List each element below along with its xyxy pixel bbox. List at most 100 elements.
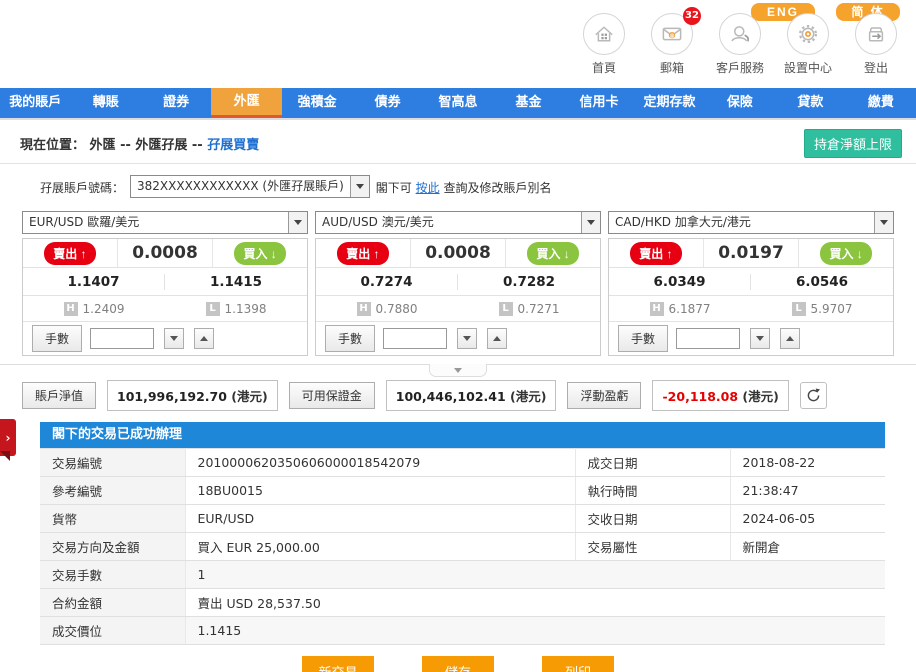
lots-input[interactable] xyxy=(90,328,154,349)
nav-item[interactable]: 債券 xyxy=(352,88,422,118)
bid-price: 1.1407 xyxy=(23,274,165,290)
lots-increment-button[interactable] xyxy=(194,328,214,349)
panel-divider xyxy=(0,364,916,378)
nav-item[interactable]: 貸款 xyxy=(775,88,845,118)
position-limit-button[interactable]: 持倉淨額上限 xyxy=(804,129,902,158)
mail-button[interactable]: @32郵箱 xyxy=(646,13,698,76)
row-label: 成交價位 xyxy=(40,617,185,645)
high-badge: H xyxy=(650,302,664,316)
high-price: 0.7880 xyxy=(376,302,418,316)
low-badge: L xyxy=(206,302,220,316)
floating-pnl-value: -20,118.08 (港元) xyxy=(652,380,788,411)
nav-item[interactable]: 保險 xyxy=(705,88,775,118)
row-value: 買入 EUR 25,000.00 xyxy=(185,533,575,561)
high-price: 1.2409 xyxy=(83,302,125,316)
lots-input[interactable] xyxy=(383,328,447,349)
sell-button[interactable]: 賣出 ↑ xyxy=(44,242,95,265)
pair-select[interactable]: CAD/HKD 加拿大元/港元 xyxy=(608,211,894,234)
bid-price: 6.0349 xyxy=(609,274,751,290)
lots-increment-button[interactable] xyxy=(780,328,800,349)
quote-panel: AUD/USD 澳元/美元賣出 ↑0.0008買入 ↓0.72740.7282H… xyxy=(315,211,601,356)
lots-increment-button[interactable] xyxy=(487,328,507,349)
row-value-2: 2024-06-05 xyxy=(730,505,885,533)
sell-button[interactable]: 賣出 ↑ xyxy=(337,242,388,265)
quote-panel: EUR/USD 歐羅/美元賣出 ↑0.0008買入 ↓1.14071.1415H… xyxy=(22,211,308,356)
nav-item[interactable]: 證券 xyxy=(141,88,211,118)
collapse-panel-tab[interactable] xyxy=(429,364,487,377)
breadcrumb-current: 孖展買賣 xyxy=(207,138,259,153)
row-value: 賣出 USD 28,537.50 xyxy=(185,589,885,617)
lots-decrement-button[interactable] xyxy=(164,328,184,349)
settings-icon xyxy=(787,13,829,55)
account-select-value: 382XXXXXXXXXXXX (外匯孖展賬戶) xyxy=(131,176,350,197)
quote-panels: EUR/USD 歐羅/美元賣出 ↑0.0008買入 ↓1.14071.1415H… xyxy=(22,211,894,356)
lots-button[interactable]: 手數 xyxy=(618,325,668,352)
table-row: 交易編號2010000620350606000018542079成交日期2018… xyxy=(40,449,885,477)
row-value: 18BU0015 xyxy=(185,477,575,505)
lots-button[interactable]: 手數 xyxy=(325,325,375,352)
save-button[interactable]: 儲存 xyxy=(422,656,494,672)
table-row: 交易手數1 xyxy=(40,561,885,589)
buy-button[interactable]: 買入 ↓ xyxy=(820,242,871,265)
row-label-2: 交易屬性 xyxy=(575,533,730,561)
nav-item[interactable]: 繳費 xyxy=(846,88,916,118)
row-label: 合約金額 xyxy=(40,589,185,617)
nav-item[interactable]: 定期存款 xyxy=(634,88,704,118)
buy-button[interactable]: 買入 ↓ xyxy=(527,242,578,265)
lots-decrement-button[interactable] xyxy=(457,328,477,349)
net-value-currency: (港元) xyxy=(231,389,267,404)
lots-decrement-button[interactable] xyxy=(750,328,770,349)
row-value: 1.1415 xyxy=(185,617,885,645)
nav-item-active[interactable]: 外匯 xyxy=(211,88,281,118)
high-badge: H xyxy=(357,302,371,316)
account-selector-row: 孖展賬戶號碼： 382XXXXXXXXXXXX (外匯孖展賬戶) 閣下可 按此 … xyxy=(0,164,916,206)
sell-button[interactable]: 賣出 ↑ xyxy=(630,242,681,265)
service-button[interactable]: 客戶服務 xyxy=(714,13,766,76)
ask-price: 1.1415 xyxy=(165,274,307,290)
alias-edit-link[interactable]: 按此 xyxy=(416,181,440,195)
trade-result-section: › 閣下的交易已成功辦理 交易編號20100006203506060000185… xyxy=(40,422,885,645)
buy-button[interactable]: 買入 ↓ xyxy=(234,242,285,265)
account-select[interactable]: 382XXXXXXXXXXXX (外匯孖展賬戶) xyxy=(130,175,370,198)
pair-select-value: AUD/USD 澳元/美元 xyxy=(316,212,581,233)
low-price: 1.1398 xyxy=(225,302,267,316)
lots-button[interactable]: 手數 xyxy=(32,325,82,352)
quote-box: 賣出 ↑0.0008買入 ↓1.14071.1415H1.2409L1.1398… xyxy=(22,238,308,356)
nav-item[interactable]: 我的賬戶 xyxy=(0,88,70,118)
pair-select-value: CAD/HKD 加拿大元/港元 xyxy=(609,212,874,233)
main-nav: 我的賬戶轉賬證券外匯強積金債券智高息基金信用卡定期存款保險貸款繳費 xyxy=(0,88,916,120)
nav-item[interactable]: 基金 xyxy=(493,88,563,118)
account-number-label: 孖展賬戶號碼： xyxy=(40,175,124,196)
nav-item[interactable]: 智高息 xyxy=(423,88,493,118)
refresh-button[interactable] xyxy=(800,382,827,409)
logout-button[interactable]: 登出 xyxy=(850,13,902,76)
row-value-2: 2018-08-22 xyxy=(730,449,885,477)
pair-select[interactable]: AUD/USD 澳元/美元 xyxy=(315,211,601,234)
print-button[interactable]: 列印 xyxy=(542,656,614,672)
ask-price: 6.0546 xyxy=(751,274,893,290)
home-icon xyxy=(583,13,625,55)
table-row: 參考編號18BU0015執行時間21:38:47 xyxy=(40,477,885,505)
pair-select[interactable]: EUR/USD 歐羅/美元 xyxy=(22,211,308,234)
net-value-amount: 101,996,192.70 xyxy=(117,389,227,404)
home-button[interactable]: 首頁 xyxy=(578,13,630,76)
low-badge: L xyxy=(792,302,806,316)
nav-item[interactable]: 轉賬 xyxy=(70,88,140,118)
lots-input[interactable] xyxy=(676,328,740,349)
settings-button[interactable]: 設置中心 xyxy=(782,13,834,76)
header-icon-label: 設置中心 xyxy=(782,59,834,76)
row-label: 交易方向及金額 xyxy=(40,533,185,561)
account-hint-post: 查詢及修改賬戶別名 xyxy=(443,181,551,195)
row-label-2: 執行時間 xyxy=(575,477,730,505)
service-icon xyxy=(719,13,761,55)
side-ribbon-toggle[interactable]: › xyxy=(0,419,16,456)
floating-pnl-amount: -20,118.08 xyxy=(662,389,738,404)
table-row: 合約金額賣出 USD 28,537.50 xyxy=(40,589,885,617)
row-label: 參考編號 xyxy=(40,477,185,505)
low-price: 0.7271 xyxy=(518,302,560,316)
top-header: ENG 简 体 首頁@32郵箱客戶服務設置中心登出 xyxy=(0,0,916,88)
row-label: 交易編號 xyxy=(40,449,185,477)
nav-item[interactable]: 強積金 xyxy=(282,88,352,118)
new-trade-button[interactable]: 新交易 xyxy=(302,656,374,672)
nav-item[interactable]: 信用卡 xyxy=(564,88,634,118)
